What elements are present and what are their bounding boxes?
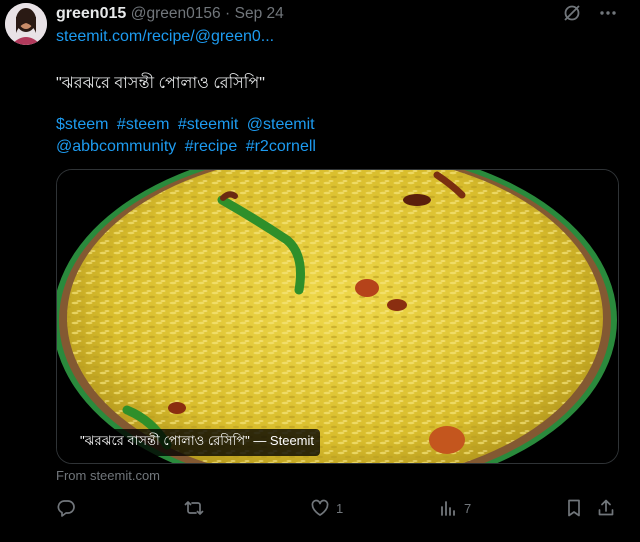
heart-icon bbox=[310, 498, 330, 518]
hashtags: $steem #steem #steemit @steemit @abbcomm… bbox=[56, 114, 616, 158]
tweet-header: green015 @green0156 · Sep 24 bbox=[56, 5, 284, 23]
separator-dot: · bbox=[225, 5, 231, 22]
tag-recipe[interactable]: #recipe bbox=[185, 138, 237, 155]
like-button[interactable]: 1 bbox=[310, 498, 343, 518]
bookmark-icon bbox=[564, 498, 584, 518]
user-handle[interactable]: @green0156 bbox=[131, 5, 221, 22]
mention-abbcommunity[interactable]: @abbcommunity bbox=[56, 138, 176, 155]
views-count: 7 bbox=[464, 500, 472, 516]
views-chart-icon bbox=[438, 498, 458, 518]
retweet-button[interactable] bbox=[184, 498, 204, 518]
tag-steem[interactable]: #steem bbox=[117, 116, 169, 133]
retweet-icon bbox=[184, 498, 204, 518]
tweet: green015 @green0156 · Sep 24 steemit.com… bbox=[0, 0, 640, 542]
tag-r2cornell[interactable]: #r2cornell bbox=[246, 138, 316, 155]
tweet-link[interactable]: steemit.com/recipe/@green0... bbox=[56, 28, 274, 46]
link-card[interactable]: "ঝরঝরে বাসন্তী পোলাও রেসিপি" — Steemit bbox=[56, 169, 619, 464]
tag-steem-dollar[interactable]: $steem bbox=[56, 116, 108, 133]
avatar[interactable] bbox=[5, 3, 47, 45]
grok-icon[interactable] bbox=[562, 3, 582, 23]
more-options-icon[interactable] bbox=[598, 3, 618, 23]
views-button[interactable]: 7 bbox=[438, 498, 471, 518]
bookmark-button[interactable] bbox=[564, 498, 584, 518]
card-caption: "ঝরঝরে বাসন্তী পোলাও রেসিপি" — Steemit bbox=[74, 429, 321, 456]
like-count: 1 bbox=[336, 500, 344, 516]
header-icons bbox=[562, 3, 618, 23]
display-name[interactable]: green015 bbox=[56, 5, 126, 22]
reply-button[interactable] bbox=[56, 498, 76, 518]
share-icon bbox=[596, 498, 616, 518]
tweet-date[interactable]: Sep 24 bbox=[235, 5, 284, 22]
share-button[interactable] bbox=[596, 498, 616, 518]
tag-steemit[interactable]: #steemit bbox=[178, 116, 238, 133]
hashtags-line-2: @abbcommunity #recipe #r2cornell bbox=[56, 136, 616, 158]
action-bar: 1 7 bbox=[56, 498, 624, 522]
tweet-title-text: "ঝরঝরে বাসন্তী পোলাও রেসিপি" bbox=[56, 75, 265, 92]
reply-icon bbox=[56, 498, 76, 518]
card-image bbox=[57, 170, 618, 463]
card-source[interactable]: From steemit.com bbox=[56, 468, 160, 483]
hashtags-line-1: $steem #steem #steemit @steemit bbox=[56, 114, 616, 136]
mention-steemit[interactable]: @steemit bbox=[247, 116, 315, 133]
